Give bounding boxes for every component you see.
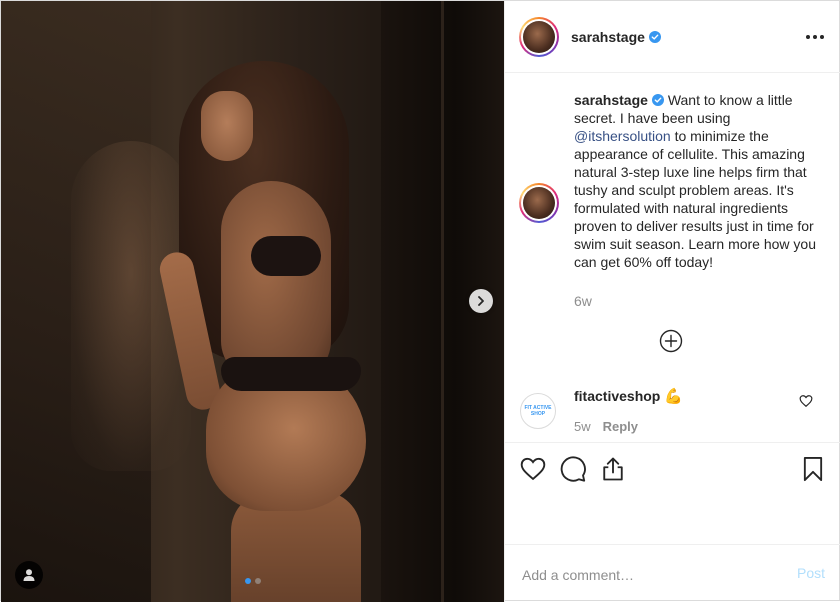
next-slide-button[interactable] (469, 289, 493, 313)
load-more-comments-icon[interactable] (659, 329, 683, 353)
caption-username[interactable]: sarahstage (574, 92, 664, 108)
post-side-panel: sarahstage sarahstage Want to know a lit… (504, 1, 840, 602)
heart-icon[interactable] (519, 455, 547, 483)
verified-badge-icon (648, 31, 661, 43)
author-username[interactable]: sarahstage (571, 29, 661, 45)
share-icon[interactable] (599, 455, 627, 483)
chevron-right-icon (478, 296, 484, 306)
comment-item: FIT ACTIVE SHOP fitactiveshop 💪 5w Reply (505, 377, 840, 443)
post-header: sarahstage (505, 1, 840, 73)
door-frame (441, 1, 444, 602)
user-tag-icon (23, 569, 35, 581)
caption-avatar[interactable] (519, 183, 559, 223)
bookmark-icon[interactable] (799, 455, 827, 483)
comment-heart-icon[interactable] (799, 394, 813, 408)
caption-timestamp[interactable]: 6w (574, 293, 592, 309)
comment-meta: 5w Reply (574, 419, 638, 434)
post-dialog: sarahstage sarahstage Want to know a lit… (0, 0, 840, 602)
caption-mention-link[interactable]: @itshersolution (574, 128, 671, 144)
comment-timestamp[interactable]: 5w (574, 419, 591, 434)
carousel-dot (255, 578, 261, 584)
more-options-icon[interactable] (803, 27, 827, 47)
comment-icon[interactable] (559, 455, 587, 483)
carousel-indicator (245, 578, 261, 584)
add-comment-form: Post (505, 544, 840, 602)
photo-subject (151, 61, 411, 602)
post-comment-button[interactable]: Post (797, 565, 825, 581)
reply-button[interactable]: Reply (603, 419, 638, 434)
comment-text: 💪 (664, 388, 684, 405)
author-avatar[interactable] (519, 17, 559, 57)
tagged-users-button[interactable] (15, 561, 43, 589)
caption-text: sarahstage Want to know a little secret.… (574, 92, 816, 270)
add-comment-input[interactable] (520, 563, 774, 587)
post-media[interactable] (1, 1, 504, 602)
commenter-avatar[interactable]: FIT ACTIVE SHOP (520, 393, 556, 429)
verified-badge-icon (651, 94, 664, 106)
commenter-username[interactable]: fitactiveshop 💪 (574, 387, 683, 405)
carousel-dot-active (245, 578, 251, 584)
post-actions-bar (505, 445, 840, 493)
